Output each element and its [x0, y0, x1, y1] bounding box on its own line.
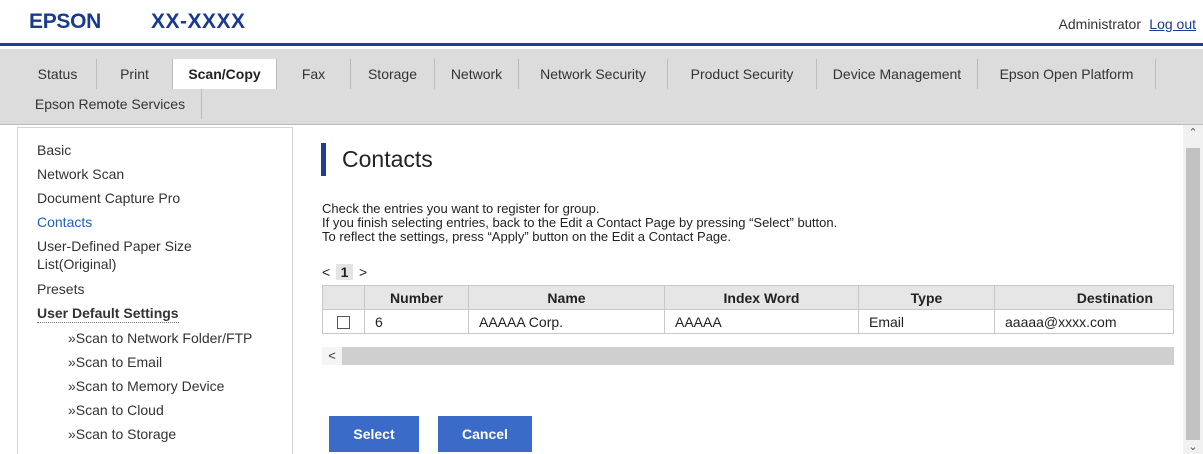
sidebar-item-scan-to-email[interactable]: »Scan to Email — [68, 354, 162, 371]
chevron-up-icon[interactable]: ⌃ — [1186, 126, 1200, 140]
column-header-index-word: Index Word — [664, 285, 859, 310]
tab-epson-open-platform[interactable]: Epson Open Platform — [978, 59, 1156, 89]
sidebar-item-user-default-settings[interactable]: User Default Settings — [37, 305, 179, 323]
pager-prev[interactable]: < — [322, 264, 330, 280]
table-row: 6 AAAAA Corp. AAAAA Email aaaaa@xxxx.com — [322, 309, 1174, 334]
sidebar-item-scan-to-storage[interactable]: »Scan to Storage — [68, 426, 176, 443]
logout-link[interactable]: Log out — [1149, 16, 1196, 32]
tab-status[interactable]: Status — [19, 59, 97, 89]
column-header-number: Number — [364, 285, 469, 310]
tab-device-management[interactable]: Device Management — [817, 59, 978, 89]
page-title: Contacts — [342, 146, 433, 172]
cell-number: 6 — [364, 309, 469, 334]
scroll-left-icon[interactable]: < — [322, 347, 342, 365]
cell-index-word: AAAAA — [664, 309, 859, 334]
sidebar-item-scan-to-network-folder[interactable]: »Scan to Network Folder/FTP — [68, 330, 252, 347]
sidebar-item-scan-to-memory-device[interactable]: »Scan to Memory Device — [68, 378, 224, 395]
sidebar-item-user-defined-paper-size-line2[interactable]: List(Original) — [37, 256, 116, 273]
chevron-down-icon[interactable]: ⌄ — [1186, 440, 1200, 454]
model-name: XX-XXXX — [151, 10, 246, 33]
select-button[interactable]: Select — [329, 416, 419, 452]
cancel-button[interactable]: Cancel — [438, 416, 532, 452]
tab-print[interactable]: Print — [97, 59, 173, 89]
column-header-destination: Destination — [994, 285, 1174, 310]
pager-current[interactable]: 1 — [336, 264, 354, 280]
tab-scan-copy[interactable]: Scan/Copy — [173, 59, 277, 89]
sidebar-item-contacts[interactable]: Contacts — [37, 214, 92, 231]
tab-network-security[interactable]: Network Security — [519, 59, 668, 89]
sidebar-item-scan-to-cloud[interactable]: »Scan to Cloud — [68, 402, 164, 419]
sidebar-item-presets[interactable]: Presets — [37, 281, 84, 298]
contacts-table: Number Name Index Word Type Destination … — [322, 285, 1174, 334]
user-label: Administrator — [1058, 16, 1141, 32]
epson-logo: EPSON — [29, 10, 102, 33]
column-header-type: Type — [858, 285, 995, 310]
instruction-line-3: To reflect the settings, press “Apply” b… — [322, 229, 732, 244]
pager: < 1 > — [322, 264, 367, 280]
instruction-line-1: Check the entries you want to register f… — [322, 201, 600, 216]
tab-bar: Status Print Scan/Copy Fax Storage Netwo… — [0, 49, 1203, 125]
column-header-name: Name — [468, 285, 665, 310]
row-select-cell — [322, 309, 365, 334]
column-header-select — [322, 285, 365, 310]
row-checkbox[interactable] — [337, 316, 350, 330]
pager-next[interactable]: > — [359, 264, 367, 280]
tab-storage[interactable]: Storage — [351, 59, 435, 89]
vertical-scrollbar-thumb[interactable] — [1186, 148, 1200, 440]
sidebar-item-basic[interactable]: Basic — [37, 142, 71, 159]
instruction-line-2: If you finish selecting entries, back to… — [322, 215, 838, 230]
sidebar-item-document-capture-pro[interactable]: Document Capture Pro — [37, 190, 180, 207]
title-accent-bar — [321, 143, 326, 176]
table-header-row: Number Name Index Word Type Destination — [322, 285, 1174, 310]
cell-name: AAAAA Corp. — [468, 309, 665, 334]
cell-type: Email — [858, 309, 995, 334]
sidebar-item-user-defined-paper-size[interactable]: User-Defined Paper Size — [37, 238, 192, 255]
cell-destination: aaaaa@xxxx.com — [994, 309, 1174, 334]
sidebar-item-network-scan[interactable]: Network Scan — [37, 166, 124, 183]
tab-fax[interactable]: Fax — [277, 59, 351, 89]
tab-product-security[interactable]: Product Security — [668, 59, 817, 89]
tab-epson-remote-services[interactable]: Epson Remote Services — [19, 89, 202, 119]
tab-network[interactable]: Network — [435, 59, 519, 89]
horizontal-scrollbar[interactable]: < — [322, 347, 1174, 365]
header: EPSON XX-XXXX Administrator Log out — [0, 0, 1203, 46]
